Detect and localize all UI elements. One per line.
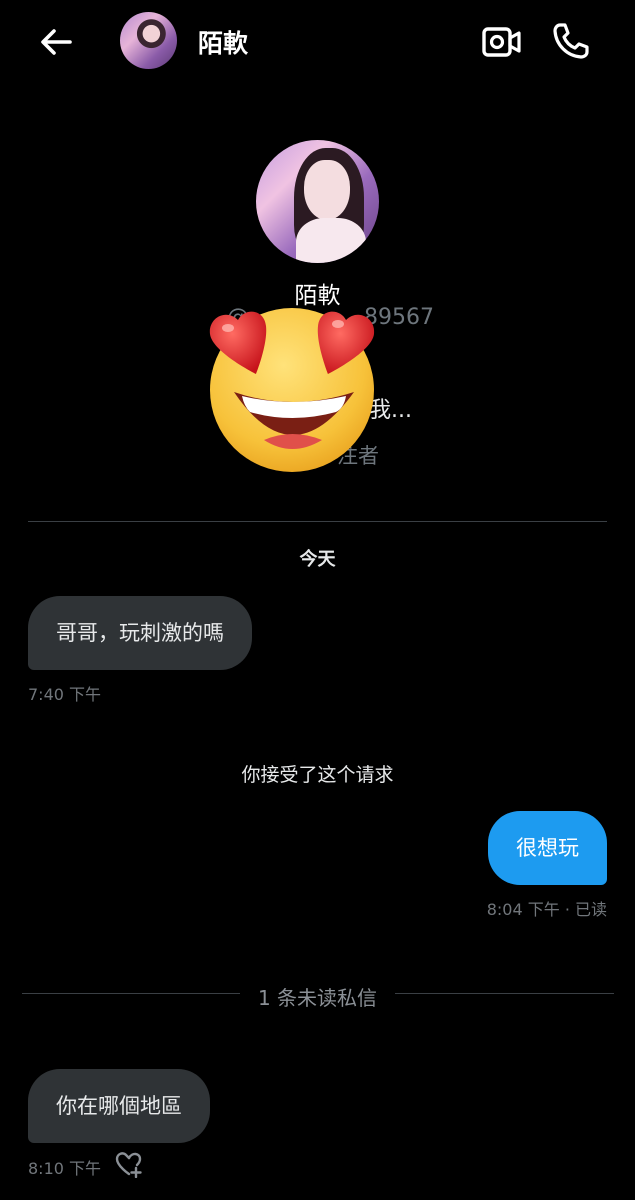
heart-add-reaction-icon[interactable] [114,1150,144,1178]
video-camera-icon[interactable] [480,22,522,62]
profile-divider [28,521,607,522]
message-bubble-incoming[interactable]: 你在哪個地區 [28,1069,210,1143]
system-note: 你接受了这个请求 [241,764,394,786]
profile-avatar[interactable] [256,140,379,263]
arrow-left-icon[interactable] [36,22,76,62]
header-title[interactable]: 陌軟 [198,24,248,60]
message-timestamp: 7:40 下午 [28,685,102,704]
date-label: 今天 [299,549,336,570]
message-timestamp: 8:04 下午 · 已读 [486,900,607,919]
heart-eyes-emoji-icon [209,308,375,472]
conversation-header: 陌軟 [0,0,635,82]
unread-divider-line [395,993,614,994]
dm-conversation-screen: 陌軟 陌軟 @89567 我... 注者 今天 哥哥，玩刺激的嗎 7:40 下午… [0,0,635,1200]
phone-icon[interactable] [550,20,592,62]
message-bubble-outgoing[interactable]: 很想玩 [488,811,607,885]
unread-divider-line [22,993,240,994]
unread-divider-label: 1 条未读私信 [257,986,378,1010]
message-timestamp: 8:10 下午 [28,1159,102,1178]
message-bubble-incoming[interactable]: 哥哥，玩刺激的嗎 [28,596,252,670]
header-avatar[interactable] [120,12,177,69]
